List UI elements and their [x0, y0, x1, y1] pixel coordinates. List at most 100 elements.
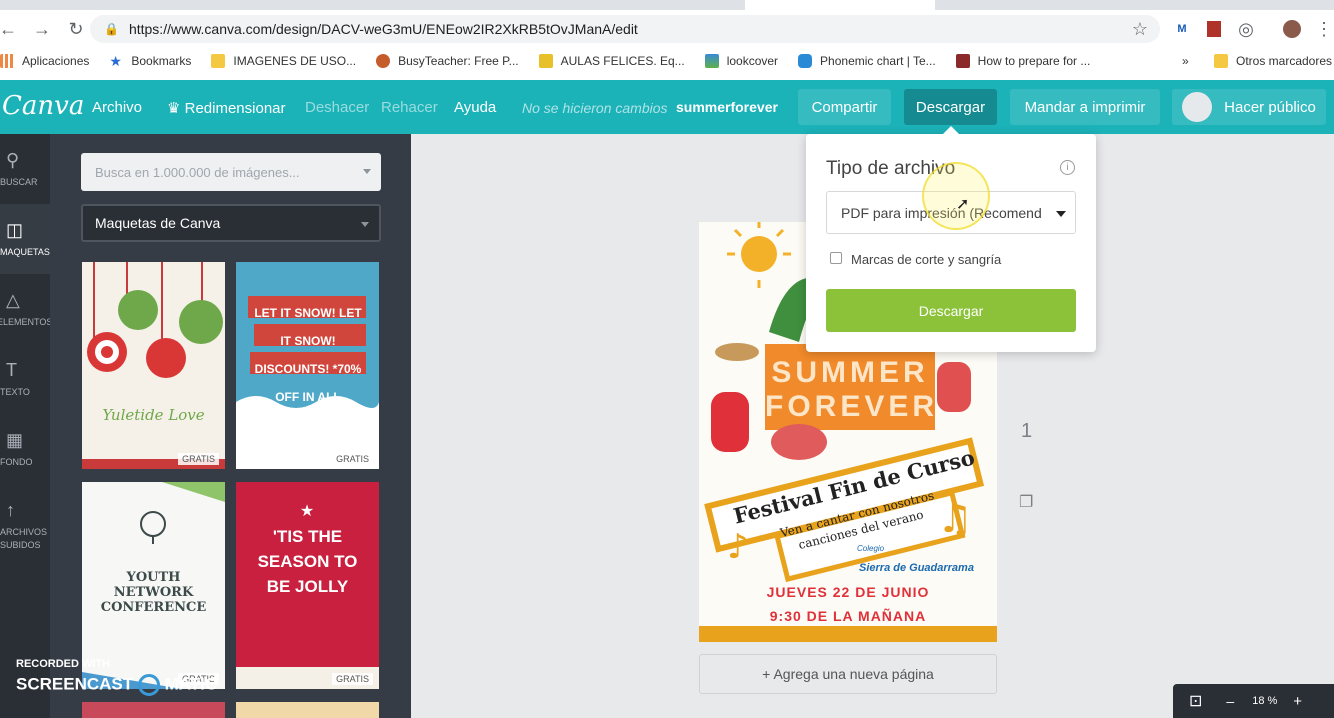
busyteacher-icon	[376, 54, 391, 68]
menu-ayuda[interactable]: Ayuda	[454, 99, 496, 116]
template-text: Yuletide Love	[102, 406, 205, 424]
poster-title: SUMMER FOREVER	[765, 356, 935, 424]
poster-time: 9:30 DE LA MAÑANA	[769, 608, 927, 624]
bookmarks-bar: Aplicaciones ★ Bookmarks IMAGENES DE USO.…	[0, 48, 1334, 74]
canva-topbar: Canva Archivo ♛ Redimensionar Deshacer R…	[0, 80, 1334, 134]
popup-download-button[interactable]: Descargar	[826, 289, 1076, 332]
info-icon[interactable]: i	[1060, 160, 1075, 175]
free-badge: GRATIS	[332, 453, 373, 465]
background-icon: ▦	[6, 430, 24, 450]
upload-icon: ↑	[6, 500, 15, 520]
print-button[interactable]: Mandar a imprimir	[1010, 89, 1160, 125]
extension-m-icon[interactable]: M	[1168, 15, 1196, 43]
yuletide-art	[82, 262, 225, 469]
bookmark-aulas[interactable]: AULAS FELICES. Eq...	[538, 54, 685, 68]
lock-icon: 🔒	[104, 22, 119, 36]
share-button[interactable]: Compartir	[798, 89, 891, 125]
svg-text:♪: ♪	[727, 527, 749, 567]
svg-text:★: ★	[300, 501, 314, 520]
rail-archivos-subidos[interactable]: ↑ ARCHIVOS SUBIDOS	[0, 484, 50, 564]
url-field[interactable]: 🔒 https://www.canva.com/design/DACV-weG3…	[90, 15, 1160, 43]
bookmark-apps[interactable]: Aplicaciones	[0, 54, 89, 68]
zoom-level[interactable]: 18 %	[1252, 695, 1277, 707]
aulas-icon	[538, 54, 553, 68]
crown-icon: ♛	[167, 100, 185, 117]
template-text: LET IT SNOW! LET IT SNOW! DISCOUNTS! *70…	[254, 306, 362, 432]
chevron-down-icon	[1056, 211, 1066, 217]
template-text: 'TIS THE SEASON TO BE JOLLY	[257, 527, 358, 596]
zoom-control: ⊡ – 18 % +	[1173, 684, 1334, 718]
bookmark-overflow[interactable]: »	[1182, 54, 1189, 68]
rail-maquetas[interactable]: ◫ MAQUETAS	[0, 204, 50, 274]
poster-title-line2: FOREVER	[765, 390, 939, 423]
template-partial[interactable]	[82, 702, 225, 718]
template-yuletide[interactable]: Yuletide Love GRATIS	[82, 262, 225, 469]
bookmark-imagenes[interactable]: IMAGENES DE USO...	[211, 54, 356, 68]
template-tis-the-season[interactable]: ★ 'TIS THE SEASON TO BE JOLLY GRATIS	[236, 482, 379, 689]
zoom-out-button[interactable]: –	[1226, 693, 1234, 709]
lookcover-icon	[704, 54, 719, 68]
active-tab[interactable]	[745, 0, 935, 10]
extension-pdf-icon[interactable]	[1200, 15, 1228, 43]
reload-icon[interactable]: ↻	[62, 15, 90, 43]
zoom-in-button[interactable]: +	[1293, 693, 1302, 710]
design-name[interactable]: summerforever	[676, 99, 778, 115]
url-text: https://www.canva.com/design/DACV-weG3mU…	[128, 21, 638, 37]
bookmark-bookmarks[interactable]: ★ Bookmarks	[109, 54, 191, 68]
avatar	[1182, 92, 1213, 122]
free-badge: GRATIS	[332, 673, 373, 685]
star-icon[interactable]: ☆	[1126, 15, 1154, 43]
forward-icon[interactable]: →	[28, 15, 56, 43]
back-icon[interactable]: ←	[0, 15, 22, 43]
bookmark-lookcover[interactable]: lookcover	[704, 54, 778, 68]
popup-arrow	[943, 126, 959, 134]
template-let-it-snow[interactable]: LET IT SNOW! LET IT SNOW! DISCOUNTS! *70…	[236, 262, 379, 469]
bookmark-other[interactable]: Otros marcadores	[1214, 54, 1332, 68]
templates-panel: Busca en 1.000.000 de imágenes... Maquet…	[50, 134, 411, 718]
crop-marks-label[interactable]: Marcas de corte y sangría	[851, 252, 1001, 267]
menu-archivo[interactable]: Archivo	[92, 99, 142, 116]
menu-redimensionar[interactable]: ♛ Redimensionar	[167, 99, 286, 117]
profile-avatar[interactable]	[1278, 15, 1306, 43]
present-icon[interactable]: ⊡	[1189, 691, 1202, 711]
apps-icon	[0, 54, 14, 68]
poster-school: Sierra de Guadarrama	[859, 562, 974, 574]
poster-date: JUEVES 22 DE JUNIO	[766, 584, 930, 600]
free-badge: GRATIS	[178, 453, 219, 465]
chevron-down-icon	[361, 222, 369, 227]
copy-page-icon[interactable]: ❐	[1019, 492, 1033, 512]
folder-icon	[211, 54, 226, 68]
publish-button[interactable]: Hacer público	[1172, 89, 1326, 125]
bookmark-howto[interactable]: How to prepare for ...	[955, 54, 1090, 68]
watermark-line1: RECORDED WITH	[16, 658, 111, 670]
crop-marks-checkbox[interactable]	[830, 252, 842, 264]
rail-buscar[interactable]: ⚲ BUSCAR	[0, 134, 50, 204]
extension-circle-icon[interactable]: ◎	[1232, 15, 1260, 43]
text-icon: T	[6, 360, 17, 380]
rail-texto[interactable]: T TEXTO	[0, 344, 50, 414]
menu-icon[interactable]: ⋮	[1310, 15, 1334, 43]
rail-elementos[interactable]: △ ELEMENTOS	[0, 274, 52, 344]
mouse-pointer-icon: ➚	[956, 196, 970, 213]
layouts-select[interactable]: Maquetas de Canva	[81, 204, 381, 242]
menu-rehacer[interactable]: Rehacer	[381, 99, 438, 116]
layout-icon: ◫	[6, 220, 24, 240]
save-status: No se hicieron cambios	[522, 100, 668, 116]
shield-icon	[955, 54, 970, 68]
add-page-button[interactable]: + Agrega una nueva página	[699, 654, 997, 694]
download-button[interactable]: Descargar	[904, 89, 997, 125]
poster-title-line1: SUMMER	[771, 356, 929, 389]
template-partial[interactable]	[236, 702, 379, 718]
chevron-down-icon	[363, 169, 371, 174]
canva-logo[interactable]: Canva	[2, 91, 84, 121]
shapes-icon: △	[6, 290, 20, 310]
image-search-input[interactable]: Busca en 1.000.000 de imágenes...	[81, 153, 381, 191]
poster-school-small: Colegio	[857, 544, 885, 553]
bookmark-busyteacher[interactable]: BusyTeacher: Free P...	[376, 54, 519, 68]
bookmark-phonemic[interactable]: Phonemic chart | Te...	[798, 54, 936, 68]
watermark-line2: SCREENCAST MATIC	[16, 674, 217, 696]
screencast-logo-icon	[137, 674, 160, 696]
rail-fondo[interactable]: ▦ FONDO	[0, 414, 50, 484]
menu-deshacer[interactable]: Deshacer	[305, 99, 369, 116]
address-bar-row: ← → ↻ 🔒 https://www.canva.com/design/DAC…	[0, 10, 1334, 48]
